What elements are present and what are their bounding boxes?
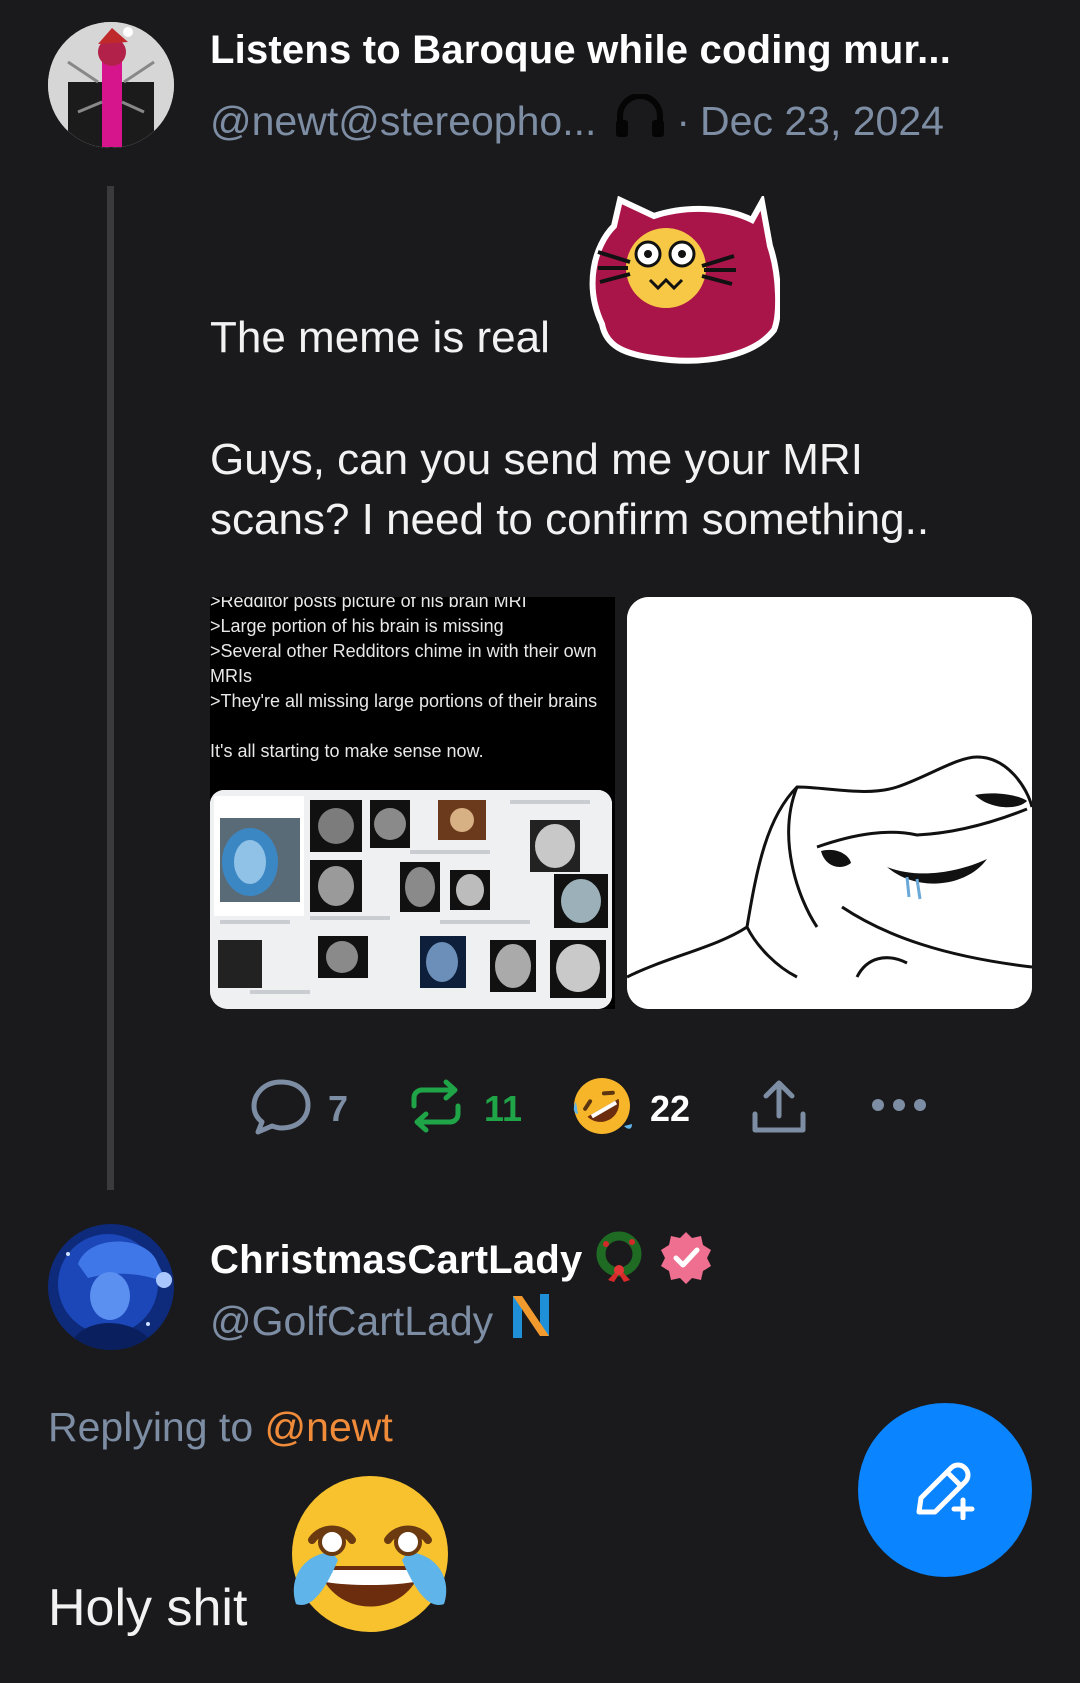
post-author-avatar[interactable]: [48, 22, 174, 148]
more-dots-icon[interactable]: [870, 1095, 928, 1120]
speech-bubble-icon: [248, 1076, 314, 1141]
boost-action-button[interactable]: 11: [406, 1076, 522, 1141]
pencil-plus-icon: [911, 1456, 979, 1525]
reply-count: 7: [328, 1087, 349, 1129]
caption-line: [210, 714, 615, 739]
post-handle[interactable]: @newt@stereopho...: [210, 98, 596, 145]
reaction-count: 22: [650, 1087, 691, 1129]
mri-collage: [210, 790, 612, 1009]
post-handle-row: @newt@stereopho... · Dec 23, 2024: [210, 93, 944, 148]
caption-line: >Large portion of his brain is missing: [210, 616, 504, 636]
replying-mention-link[interactable]: @newt: [265, 1404, 393, 1450]
verified-badge-icon: [658, 1230, 714, 1291]
crying-laughing-emoji-icon: [282, 1470, 454, 1640]
reply-author-row: ChristmasCartLady: [210, 1230, 714, 1291]
compose-button[interactable]: [858, 1403, 1032, 1577]
greentext-caption: >Redditor posts picture of his brain MRI…: [210, 597, 615, 764]
n-logo-icon: [511, 1292, 551, 1350]
replying-to-line: Replying to @newt: [48, 1404, 393, 1451]
thread-line: [107, 186, 114, 1190]
caption-line: MRIs: [210, 666, 252, 686]
reaction-action-button[interactable]: 22: [570, 1074, 690, 1143]
repeat-icon: [406, 1076, 466, 1141]
cat-emoji-icon: [584, 193, 782, 372]
reply-handle[interactable]: @GolfCartLady: [210, 1298, 493, 1345]
replying-prefix: Replying to: [48, 1404, 254, 1450]
post-author-name[interactable]: Listens to Baroque while coding mur...: [210, 28, 951, 73]
reply-author-name[interactable]: ChristmasCartLady: [210, 1238, 582, 1283]
caption-line: >Redditor posts picture of his brain MRI: [210, 597, 527, 611]
post-date[interactable]: Dec 23, 2024: [700, 98, 944, 145]
share-upload-icon[interactable]: [748, 1076, 810, 1143]
rofl-emoji-icon: [570, 1074, 634, 1143]
media-image-left[interactable]: >Redditor posts picture of his brain MRI…: [210, 597, 615, 1009]
media-image-right[interactable]: [627, 597, 1032, 1009]
boost-count: 11: [484, 1087, 523, 1129]
wreath-emoji-icon: [592, 1230, 646, 1291]
post-text-line-3: scans? I need to confirm something..: [210, 495, 930, 544]
caption-line: >Several other Redditors chime in with t…: [210, 641, 597, 661]
reply-text: Holy shit: [48, 1579, 248, 1637]
reply-action-button[interactable]: 7: [248, 1076, 348, 1141]
post-text-line-2: Guys, can you send me your MRI: [210, 435, 863, 484]
caption-line: >They're all missing large portions of t…: [210, 691, 598, 711]
reply-handle-row: @GolfCartLady: [210, 1292, 551, 1350]
caption-line: It's all starting to make sense now.: [210, 741, 484, 761]
post-text-line-1: The meme is real: [210, 313, 550, 362]
reply-author-avatar[interactable]: [48, 1224, 174, 1350]
headphones-icon: [614, 93, 666, 148]
date-separator: ·: [676, 97, 691, 144]
